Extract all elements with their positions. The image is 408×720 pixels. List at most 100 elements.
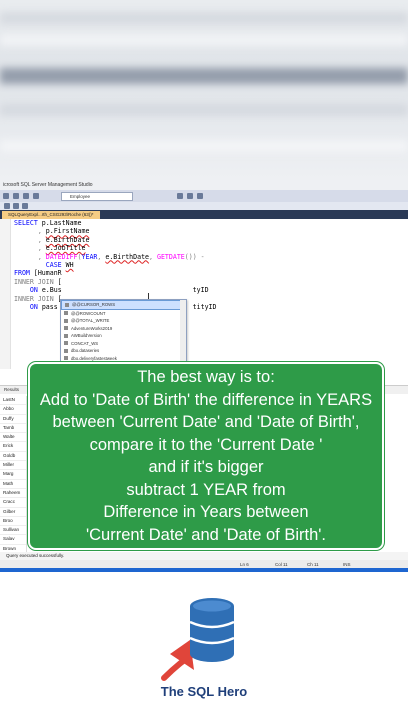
blurred-band [0, 12, 408, 24]
redo-icon[interactable] [13, 193, 19, 199]
intellisense-item[interactable]: AWBuildVersion [61, 332, 186, 340]
code-token: WH [65, 261, 74, 270]
code-line[interactable]: CASE WH [14, 261, 217, 269]
query-editor[interactable]: SELECT p.LastName , p.FirstName , e.Birt… [0, 219, 408, 391]
code-token: e.BirthDate [45, 235, 90, 244]
table-row[interactable]: Goldb [0, 452, 26, 462]
code-token: INNER JOIN [14, 294, 58, 303]
code-token: [HumanR [33, 269, 62, 278]
blurred-background [0, 0, 408, 180]
callout-line: and if it's bigger [148, 458, 264, 476]
table-row[interactable]: Marg [0, 470, 26, 480]
intellisense-item[interactable]: @@TOTAL_WRITE [61, 317, 186, 325]
callout-line: between 'Current Date' and 'Date of Birt… [52, 413, 360, 431]
code-token: DATEDIFF [45, 252, 78, 261]
intellisense-item-label: dbo.dataseries [71, 348, 100, 354]
code-token: ()) - [184, 252, 205, 261]
intellisense-item-label: @@TOTAL_WRITE [71, 318, 110, 324]
code-line[interactable]: , e.JobTitle [14, 244, 217, 252]
database-selector[interactable]: Employee [61, 191, 133, 201]
code-token: GETDATE [156, 252, 185, 261]
editor-gutter [0, 219, 11, 369]
table-row[interactable]: Erick [0, 442, 26, 452]
undo-icon[interactable] [3, 193, 9, 199]
tool-icon[interactable] [13, 203, 19, 209]
code-token: ON [29, 286, 42, 295]
brand-area: The SQL Hero [0, 572, 408, 720]
object-icon [65, 302, 69, 307]
window-title: icrosoft SQL Server Management Studio [0, 180, 408, 190]
blurred-band [0, 140, 408, 152]
code-line[interactable]: , DATEDIFF(YEAR, e.BirthDate, GETDATE())… [14, 253, 217, 261]
object-icon [64, 311, 68, 316]
toolbar: Employee [0, 190, 408, 202]
tool-icon[interactable] [4, 203, 10, 209]
table-row[interactable]: Math [0, 480, 26, 489]
code-token: SELECT [14, 219, 42, 227]
explanation-callout: The best way is to: Add to 'Date of Birth… [28, 362, 384, 550]
code-line[interactable]: , p.FirstName [14, 227, 217, 235]
tool-icon[interactable] [197, 193, 203, 199]
code-token: , [14, 227, 46, 236]
code-token: , [149, 252, 157, 261]
code-line[interactable]: ON e.Bus tyID [14, 286, 217, 294]
tool-icon[interactable] [187, 193, 193, 199]
intellisense-item-label: @@CURSOR_ROWS [72, 302, 116, 308]
code-token: INNER JOIN [14, 277, 58, 286]
table-row[interactable]: Cracc [0, 498, 26, 508]
intellisense-item[interactable]: dbo.deliveryfastestweek [61, 355, 186, 363]
intellisense-item[interactable]: @@ROWCOUNT [61, 310, 186, 318]
table-row[interactable]: Abbo [0, 405, 26, 415]
code-token: [ [57, 277, 62, 286]
code-line[interactable]: , e.BirthDate [14, 236, 217, 244]
tab-query[interactable]: SQLQueryExpl...rth_CSG293\Roche (63))* [2, 211, 100, 219]
blurred-band [0, 104, 408, 116]
database-icon [189, 598, 235, 662]
code-token: CASE [45, 261, 66, 270]
code-line[interactable]: FROM [HumanR [14, 269, 217, 277]
table-row[interactable]: Sullivan [0, 526, 26, 536]
table-row[interactable]: LastN [0, 396, 26, 406]
code-line[interactable]: SELECT p.LastName [14, 219, 217, 227]
intellisense-item-label: dbo.deliveryfastestweek [71, 355, 117, 361]
intellisense-item[interactable]: @@CURSOR_ROWS [61, 300, 186, 310]
object-icon [64, 356, 68, 361]
object-icon [64, 333, 68, 338]
debug-icon[interactable] [33, 193, 39, 199]
code-token: e.Bus [41, 286, 62, 295]
code-token: e.JobTitle [45, 244, 86, 253]
execute-icon[interactable] [23, 193, 29, 199]
callout-line: The best way is to: [137, 368, 275, 386]
table-row[interactable]: Miller [0, 461, 26, 471]
table-row[interactable]: Raheem [0, 489, 26, 499]
code-line[interactable]: INNER JOIN [ [14, 278, 217, 286]
intellisense-item[interactable]: dbo.dataseries [61, 347, 186, 355]
callout-line: Add to 'Date of Birth' the difference in… [39, 390, 373, 409]
sql-code[interactable]: SELECT p.LastName , p.FirstName , e.Birt… [14, 219, 217, 311]
callout-line: compare it to the 'Current Date ' [89, 435, 323, 454]
object-icon [64, 348, 68, 353]
code-token: , [14, 244, 46, 253]
code-token: FROM [14, 269, 34, 278]
table-row[interactable]: Tamb [0, 424, 26, 434]
object-icon [64, 341, 68, 346]
code-token: p.LastName [41, 219, 82, 227]
intellisense-item[interactable]: AdventureWorks2019 [61, 325, 186, 333]
intellisense-item-label: AWBuildVersion [71, 333, 102, 339]
intellisense-item[interactable]: CONCAT_WS [61, 340, 186, 348]
intellisense-item-label: CONCAT_WS [71, 340, 99, 346]
results-grid[interactable]: LastN Abbo Duffy Tamb Walte Erick Goldb Miller M… [0, 396, 27, 572]
table-row[interactable]: Gilber [0, 508, 26, 517]
table-row[interactable]: Walte [0, 433, 26, 443]
code-token: ON [29, 303, 42, 312]
table-row[interactable]: Duffy [0, 415, 26, 424]
table-row[interactable]: Salav [0, 535, 26, 545]
tool-icon[interactable] [177, 193, 183, 199]
tool-icon[interactable] [22, 203, 28, 209]
code-token: pass [41, 303, 58, 312]
table-row[interactable]: Broo [0, 517, 26, 527]
code-token: YEAR [81, 252, 98, 261]
